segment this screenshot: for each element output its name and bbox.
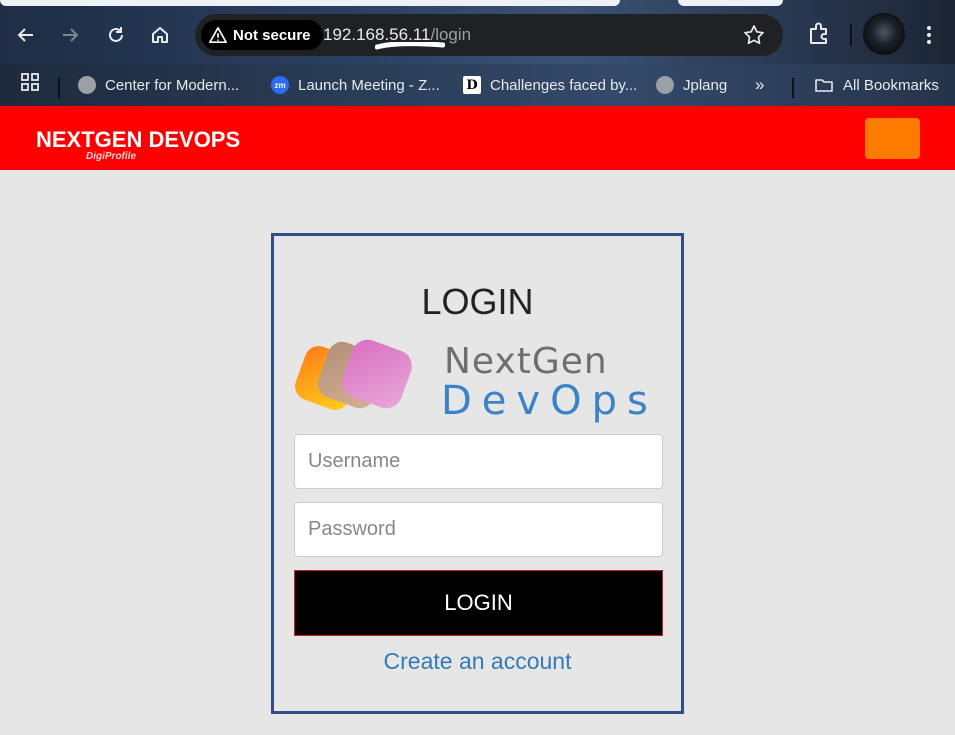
menu-icon[interactable] (918, 20, 940, 50)
bookmark-label: Jplang (683, 76, 728, 94)
username-field[interactable] (294, 434, 663, 489)
forward-button[interactable] (55, 20, 85, 50)
avatar[interactable] (863, 13, 905, 55)
bookmark-label: Center for Modern... (105, 76, 240, 94)
browser-tab[interactable] (0, 0, 620, 6)
d-icon: D (463, 76, 481, 94)
bookmarks-bar: Center for Modern... zm Launch Meeting -… (0, 64, 955, 106)
globe-icon (78, 76, 96, 94)
login-card: LOGIN NextGen DevOps LOGIN Create an acc… (271, 233, 684, 714)
browser-toolbar: Not secure 192.168.56.11/login (0, 0, 955, 64)
home-icon (152, 27, 168, 43)
apps-icon[interactable] (20, 72, 40, 92)
bookmark-item[interactable]: D Challenges faced by... (463, 71, 637, 99)
address-bar[interactable]: Not secure 192.168.56.11/login (195, 14, 783, 56)
bookmark-label: Launch Meeting - Z... (298, 76, 440, 94)
reload-icon (109, 27, 123, 42)
create-account-link[interactable]: Create an account (274, 648, 681, 675)
back-button[interactable] (11, 20, 41, 50)
security-chip[interactable]: Not secure (201, 20, 323, 50)
nextgen-devops-logo: NextGen DevOps (295, 339, 658, 424)
site-header: NEXTGEN DEVOPS DigiProfile (0, 106, 955, 170)
zoom-icon: zm (271, 76, 289, 94)
folder-icon (815, 79, 833, 92)
bookmarks-overflow-button[interactable]: » (755, 71, 764, 99)
security-label: Not secure (233, 26, 311, 44)
globe-icon (656, 76, 674, 94)
redaction-scribble (375, 42, 445, 50)
nav-menu-button[interactable] (865, 118, 920, 159)
bookmarks-divider (58, 78, 60, 98)
all-bookmarks-button[interactable]: All Bookmarks (814, 71, 939, 99)
site-brand[interactable]: NEXTGEN DEVOPS (36, 127, 240, 153)
forward-icon (63, 28, 79, 42)
site-brand-subtitle: DigiProfile (86, 151, 137, 162)
star-icon[interactable] (743, 24, 765, 46)
all-bookmarks-label: All Bookmarks (843, 76, 939, 94)
bookmark-label: Challenges faced by... (490, 76, 638, 94)
back-icon (17, 28, 33, 42)
extensions-icon[interactable] (805, 20, 833, 48)
bookmarks-divider (792, 78, 794, 98)
logo-line1: NextGen (444, 341, 608, 382)
tab-strip (0, 0, 955, 7)
bookmark-item[interactable]: Jplang (656, 71, 727, 99)
login-title: LOGIN (421, 281, 534, 322)
bookmark-item[interactable]: zm Launch Meeting - Z... (271, 71, 440, 99)
login-button[interactable]: LOGIN (294, 570, 663, 636)
toolbar-divider (850, 24, 852, 46)
password-field[interactable] (294, 502, 663, 557)
warning-icon (209, 26, 227, 44)
reload-button[interactable] (101, 20, 131, 50)
home-button[interactable] (145, 20, 175, 50)
browser-tab[interactable] (678, 0, 783, 6)
logo-line2: DevOps (441, 378, 658, 424)
bookmark-item[interactable]: Center for Modern... (78, 71, 239, 99)
